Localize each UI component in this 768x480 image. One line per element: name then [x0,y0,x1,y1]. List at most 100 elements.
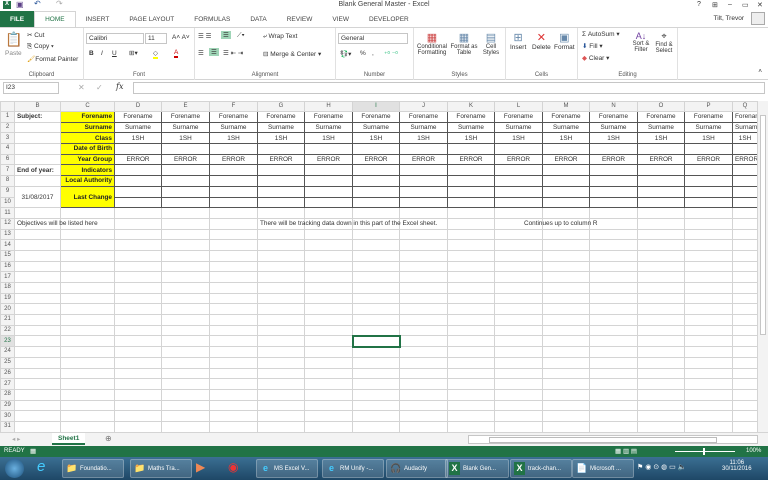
cell-C13[interactable] [60,228,115,241]
align-left-button[interactable]: ☰ [198,49,204,57]
cell-E6[interactable]: ERROR [161,153,210,166]
cell-H4[interactable] [304,143,353,155]
cell-O7[interactable] [637,164,685,177]
cell-G27[interactable] [257,378,305,390]
row-header-6[interactable]: 6 [0,153,15,166]
row-header-2[interactable]: 2 [0,121,15,134]
cell-H31[interactable] [304,420,353,433]
cell-G25[interactable] [257,356,305,369]
cell-O12[interactable] [637,217,685,230]
cell-J26[interactable] [399,367,448,380]
cell-B28[interactable] [14,388,61,401]
cell-N1[interactable]: Forename [589,111,638,123]
cell-C6[interactable]: Year Group [60,153,115,166]
wrap-text-button[interactable]: ⤶ Wrap Text [263,33,297,41]
cell-M25[interactable] [542,356,590,369]
enter-icon[interactable]: ✓ [96,83,103,92]
cell-C14[interactable] [60,239,115,251]
cell-P29[interactable] [684,399,733,412]
zoom-slider[interactable] [675,448,735,455]
cell-Q6[interactable]: ERROR [732,153,758,166]
column-header-N[interactable]: N [589,101,638,112]
cell-C21[interactable] [60,314,115,326]
cell-P13[interactable] [684,228,733,241]
cell-P22[interactable] [684,324,733,337]
cell-I26[interactable] [352,367,400,380]
cell-H21[interactable] [304,314,353,326]
row-header-12[interactable]: 12 [0,217,15,230]
cell-C23[interactable] [60,335,115,348]
cell-D1[interactable]: Forename [114,111,162,123]
cell-Q20[interactable] [732,303,758,316]
cell-C16[interactable] [60,260,115,273]
fill-button[interactable]: ⬇ Fill ▾ [582,42,603,50]
cell-L24[interactable] [494,346,543,358]
cell-E18[interactable] [161,282,210,294]
column-header-P[interactable]: P [684,101,733,112]
cell-I23[interactable] [351,334,401,348]
cell-G11[interactable] [257,207,305,219]
cell-B15[interactable] [14,249,61,262]
cell-D26[interactable] [114,367,162,380]
cell-J11[interactable] [399,207,448,219]
cell-H6[interactable]: ERROR [304,153,353,166]
cell-L14[interactable] [494,239,543,251]
cell-M1[interactable]: Forename [542,111,590,123]
cell-K6[interactable]: ERROR [447,153,495,166]
cell-C4[interactable]: Date of Birth [60,143,115,155]
cell-P4[interactable] [684,143,733,155]
cell-P10[interactable] [684,196,733,209]
row-header-31[interactable]: 31 [0,420,15,433]
cell-F24[interactable] [209,346,258,358]
cell-F29[interactable] [209,399,258,412]
cell-O29[interactable] [637,399,685,412]
cell-Q23[interactable] [732,335,758,348]
cell-F15[interactable] [209,249,258,262]
row-header-9[interactable]: 9 [0,185,15,198]
cell-L26[interactable] [494,367,543,380]
cell-Q8[interactable] [732,175,758,187]
row-header-18[interactable]: 18 [0,282,15,294]
cell-E24[interactable] [161,346,210,358]
sort-filter-button[interactable]: A↓ Sort & Filter [630,31,652,53]
cell-P3[interactable]: 1SH [684,132,733,145]
cell-D8[interactable] [114,175,162,187]
comma-button[interactable]: , [372,50,374,57]
cell-I24[interactable] [352,346,400,358]
cell-B3[interactable] [14,132,61,145]
cell-E11[interactable] [161,207,210,219]
taskbar-item[interactable]: 📁 Maths Tra... [130,459,192,478]
cell-J20[interactable] [399,303,448,316]
cell-H10[interactable] [304,196,353,209]
column-header-Q[interactable]: Q [732,101,758,112]
sheet-nav-arrows[interactable]: ◂ ▸ [12,435,20,443]
cell-D31[interactable] [114,420,162,433]
cell-M13[interactable] [542,228,590,241]
cell-K19[interactable] [447,292,495,305]
cell-L6[interactable]: ERROR [494,153,543,166]
cell-D13[interactable] [114,228,162,241]
column-header-M[interactable]: M [542,101,590,112]
cell-M22[interactable] [542,324,590,337]
row-header-15[interactable]: 15 [0,249,15,262]
cell-F17[interactable] [209,271,258,283]
cell-F3[interactable]: 1SH [209,132,258,145]
cell-K4[interactable] [447,143,495,155]
cell-K12[interactable] [447,217,495,230]
cell-L23[interactable] [494,335,543,348]
cell-H23[interactable] [304,335,353,348]
cell-Q12[interactable] [732,217,758,230]
cell-J14[interactable] [399,239,448,251]
cell-N17[interactable] [589,271,638,283]
zoom-slider-thumb[interactable] [703,448,705,455]
avatar[interactable] [751,12,765,25]
cell-B7[interactable]: End of year: [14,164,61,177]
cell-O1[interactable]: Forename [637,111,685,123]
cell-C31[interactable] [60,420,115,433]
cell-O17[interactable] [637,271,685,283]
cell-M16[interactable] [542,260,590,273]
cell-K26[interactable] [447,367,495,380]
cell-E10[interactable] [161,196,210,209]
cell-P26[interactable] [684,367,733,380]
cell-G24[interactable] [257,346,305,358]
